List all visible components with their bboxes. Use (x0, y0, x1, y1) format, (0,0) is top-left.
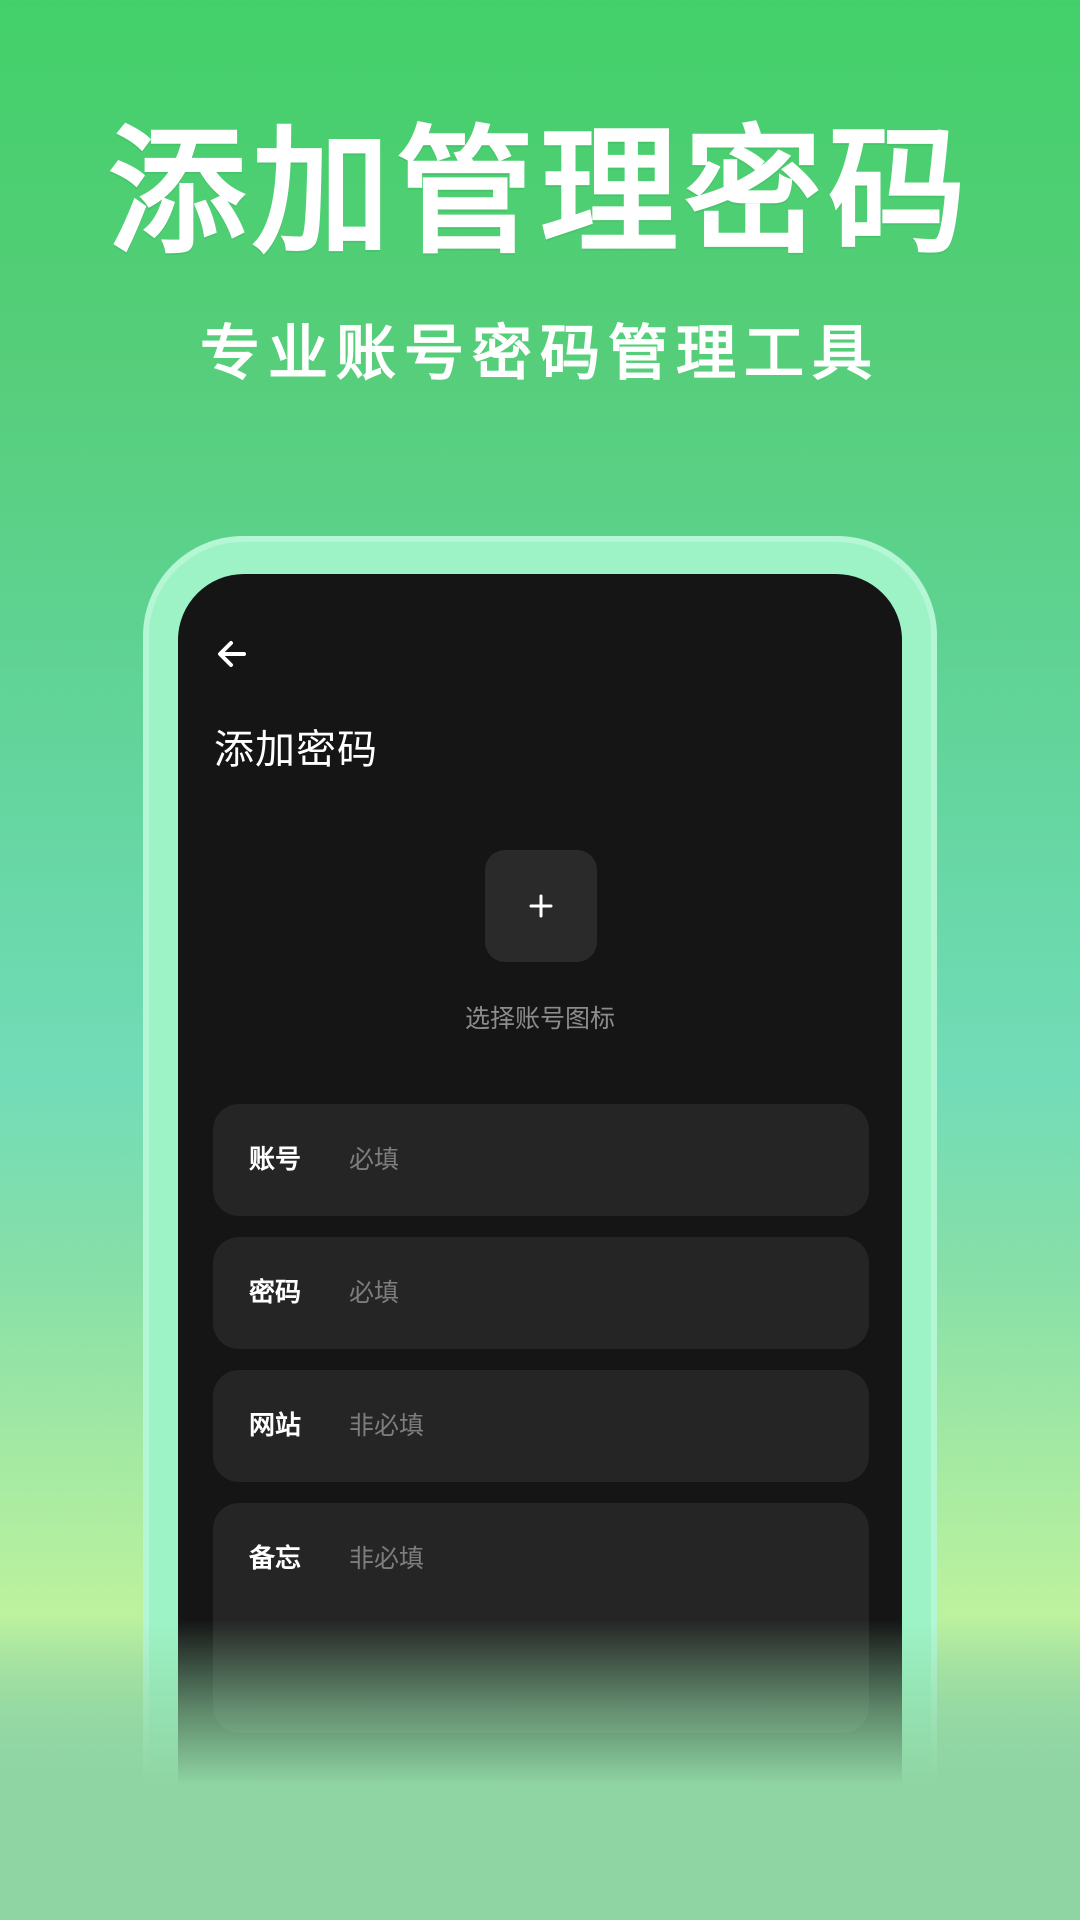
memo-field-label: 备忘 (249, 1544, 302, 1574)
website-input[interactable]: 非必填 (349, 1409, 424, 1443)
memo-field[interactable]: 备忘 非必填 (213, 1503, 869, 1733)
memo-input[interactable]: 非必填 (349, 1542, 424, 1576)
account-field-label: 账号 (249, 1145, 302, 1175)
promo-headline: 添加管理密码 (107, 112, 972, 273)
account-icon-picker[interactable] (485, 850, 597, 962)
website-field-label: 网站 (249, 1411, 302, 1441)
arrow-left-icon (218, 641, 246, 667)
promo-subline: 专业账号密码管理工具 (200, 319, 880, 389)
plus-icon (529, 894, 553, 918)
back-button[interactable] (208, 630, 256, 678)
password-field-label: 密码 (249, 1278, 302, 1308)
page-title: 添加密码 (214, 727, 378, 773)
account-field[interactable]: 账号 必填 (213, 1104, 869, 1216)
password-input[interactable]: 必填 (349, 1276, 399, 1310)
password-field[interactable]: 密码 必填 (213, 1237, 869, 1349)
account-input[interactable]: 必填 (349, 1143, 399, 1177)
website-field[interactable]: 网站 非必填 (213, 1370, 869, 1482)
icon-picker-label: 选择账号图标 (464, 1004, 615, 1033)
app-screen: 添加密码 选择账号图标 账号 必填 密码 必填 网站 非必填 备忘 非必填 (178, 574, 902, 1920)
